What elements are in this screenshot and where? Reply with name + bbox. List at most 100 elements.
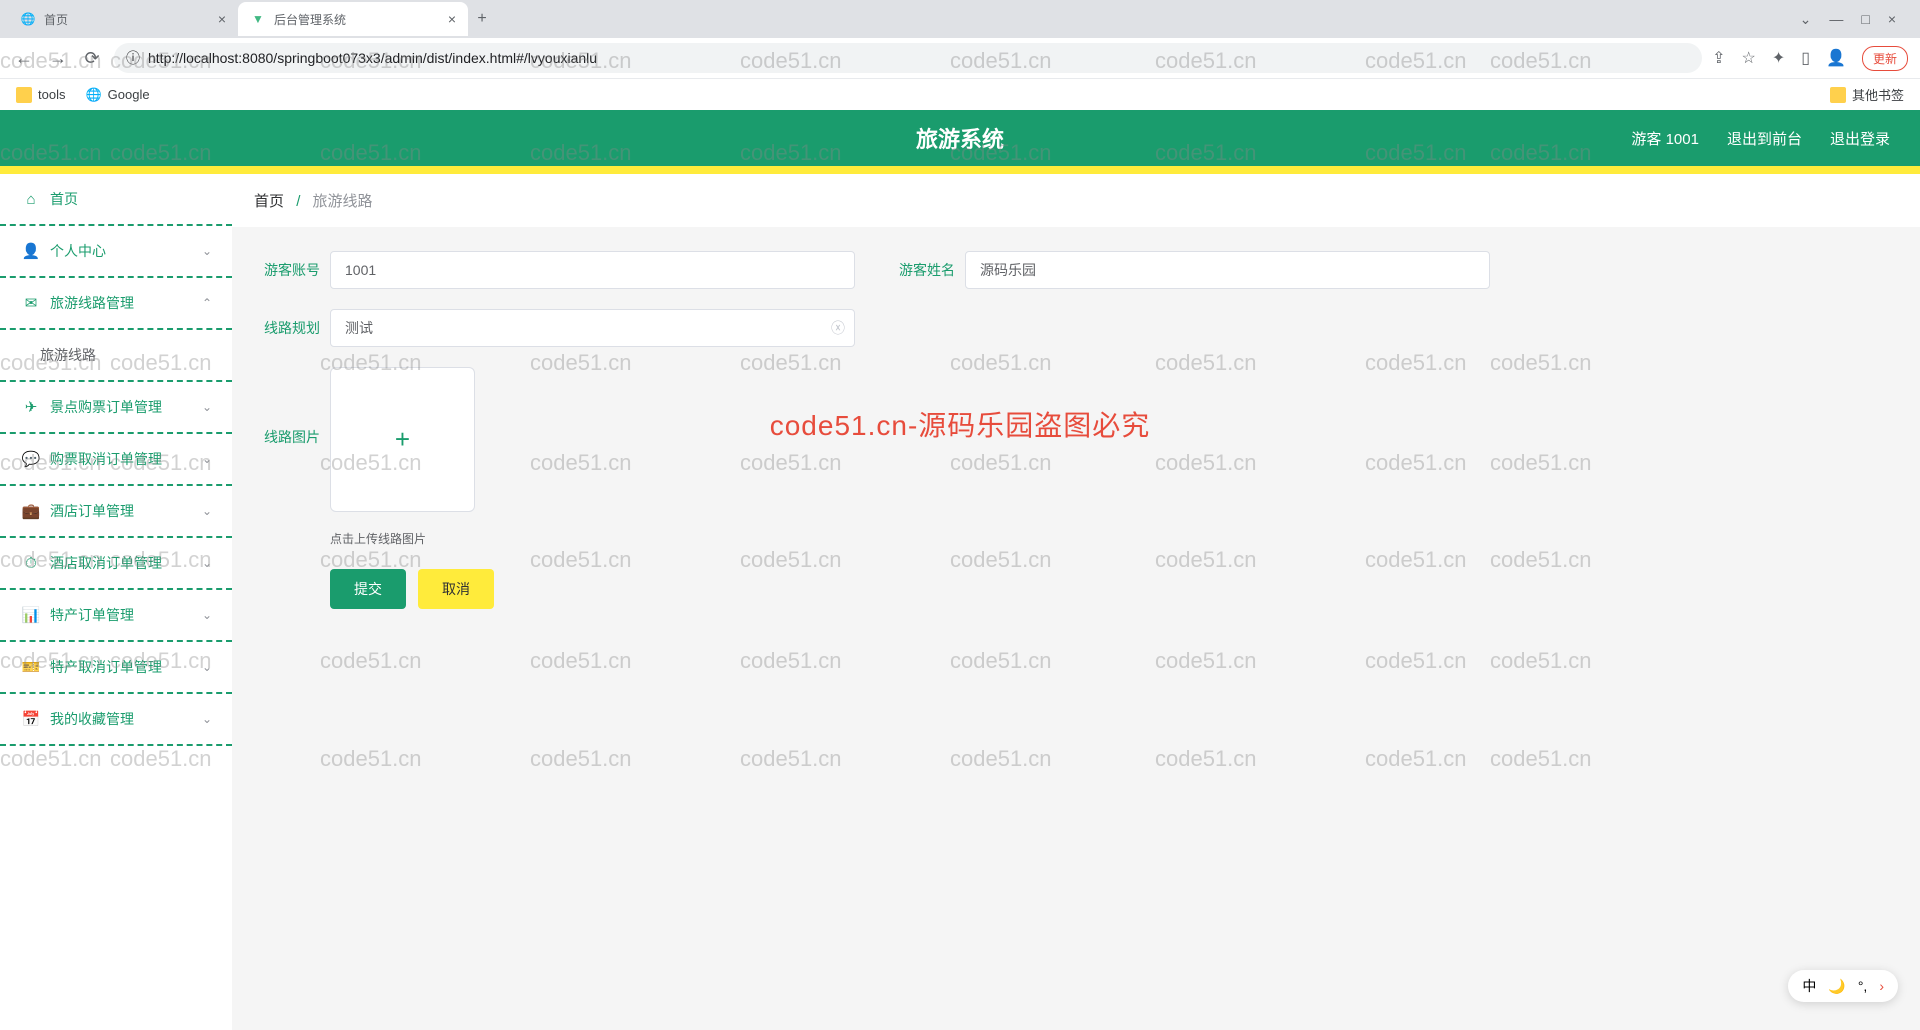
- briefcase-icon: 💼: [22, 502, 40, 520]
- header-actions: 游客 1001 退出到前台 退出登录: [1631, 128, 1890, 149]
- plan-input[interactable]: [330, 309, 855, 347]
- globe-icon: 🌐: [20, 11, 36, 27]
- logout-link[interactable]: 退出登录: [1830, 128, 1890, 149]
- mail-icon: ✉: [22, 294, 40, 312]
- chart-icon: 📊: [22, 606, 40, 624]
- google-icon: 🌐: [85, 87, 101, 103]
- plus-icon: +: [395, 424, 410, 455]
- dropdown-icon[interactable]: ⌄: [1800, 11, 1812, 28]
- ime-dots: °,: [1858, 978, 1868, 994]
- image-label: 线路图片: [250, 427, 320, 447]
- info-icon[interactable]: ⓘ: [126, 48, 140, 68]
- address-bar: ← → ⟳ ⓘ http://localhost:8080/springboot…: [0, 38, 1920, 78]
- clock-icon: ⏱: [22, 555, 40, 572]
- sidebar: ⌂ 首页 👤 个人中心 ⌄ ✉ 旅游线路管理 ⌃ 旅游线路 ✈ 景点购票订单管理…: [0, 174, 232, 1030]
- extensions-icon[interactable]: ✦: [1772, 48, 1785, 68]
- account-label: 游客账号: [250, 260, 320, 280]
- ticket-icon: 🎫: [22, 658, 40, 676]
- tab-bar: 🌐 首页 × ▼ 后台管理系统 × + ⌄ — □ ×: [0, 0, 1920, 38]
- sidebar-item-ticket-cancel[interactable]: 💬 购票取消订单管理 ⌄: [0, 434, 232, 486]
- calendar-icon: 📅: [22, 710, 40, 728]
- chevron-down-icon: ⌄: [202, 608, 212, 622]
- user-icon: 👤: [22, 242, 40, 260]
- browser-tab-2[interactable]: ▼ 后台管理系统 ×: [238, 2, 468, 36]
- breadcrumb-separator: /: [296, 193, 300, 210]
- account-input[interactable]: [330, 251, 855, 289]
- back-button[interactable]: ←: [12, 46, 36, 70]
- vue-icon: ▼: [250, 11, 266, 27]
- form: 游客账号 游客姓名 线路规划 ⓧ: [232, 227, 1920, 633]
- profile-icon[interactable]: 👤: [1826, 48, 1846, 68]
- sidebar-item-route[interactable]: 旅游线路: [0, 330, 232, 382]
- bookmark-other[interactable]: 其他书签: [1830, 85, 1904, 104]
- close-icon[interactable]: ×: [218, 11, 226, 27]
- folder-icon: [16, 87, 32, 103]
- upload-hint: 点击上传线路图片: [330, 530, 475, 547]
- accent-bar: [0, 166, 1920, 174]
- browser-chrome: 🌐 首页 × ▼ 后台管理系统 × + ⌄ — □ × ← → ⟳ ⓘ http…: [0, 0, 1920, 110]
- breadcrumb: 首页 / 旅游线路: [232, 174, 1920, 227]
- update-button[interactable]: 更新: [1862, 46, 1908, 71]
- forward-button[interactable]: →: [46, 46, 70, 70]
- star-icon[interactable]: ☆: [1742, 48, 1756, 68]
- name-input[interactable]: [965, 251, 1490, 289]
- plan-label: 线路规划: [250, 318, 320, 338]
- arrow-right-icon: ›: [1879, 978, 1884, 994]
- moon-icon: 🌙: [1828, 978, 1845, 995]
- sidebar-item-route-mgmt[interactable]: ✉ 旅游线路管理 ⌃: [0, 278, 232, 330]
- ime-lang: 中: [1802, 976, 1816, 996]
- sidebar-item-ticket-order[interactable]: ✈ 景点购票订单管理 ⌄: [0, 382, 232, 434]
- app-title: 旅游系统: [916, 122, 1004, 154]
- chat-icon: 💬: [22, 450, 40, 468]
- toolbar-icons: ⇪ ☆ ✦ ▯ 👤 更新: [1712, 46, 1908, 71]
- chevron-down-icon: ⌄: [202, 400, 212, 414]
- new-tab-button[interactable]: +: [468, 5, 496, 33]
- home-icon: ⌂: [22, 191, 40, 208]
- submit-button[interactable]: 提交: [330, 569, 406, 609]
- main-layout: ⌂ 首页 👤 个人中心 ⌄ ✉ 旅游线路管理 ⌃ 旅游线路 ✈ 景点购票订单管理…: [0, 174, 1920, 1030]
- clear-icon[interactable]: ⓧ: [831, 318, 845, 338]
- bookmark-google[interactable]: 🌐 Google: [85, 87, 149, 103]
- chevron-down-icon: ⌄: [202, 556, 212, 570]
- sidebar-item-favorites[interactable]: 📅 我的收藏管理 ⌄: [0, 694, 232, 746]
- sidebar-item-home[interactable]: ⌂ 首页: [0, 174, 232, 226]
- sidebar-item-personal[interactable]: 👤 个人中心 ⌄: [0, 226, 232, 278]
- exit-front-link[interactable]: 退出到前台: [1727, 128, 1802, 149]
- user-label[interactable]: 游客 1001: [1631, 128, 1699, 149]
- sidebar-item-specialty-order[interactable]: 📊 特产订单管理 ⌄: [0, 590, 232, 642]
- breadcrumb-home[interactable]: 首页: [254, 193, 284, 210]
- maximize-icon[interactable]: □: [1861, 11, 1869, 28]
- app-header: 旅游系统 游客 1001 退出到前台 退出登录: [0, 110, 1920, 166]
- bookmark-tools[interactable]: tools: [16, 87, 65, 103]
- cancel-button[interactable]: 取消: [418, 569, 494, 609]
- tab-title: 后台管理系统: [274, 11, 346, 28]
- ime-indicator[interactable]: 中 🌙 °, ›: [1788, 970, 1898, 1002]
- tab-title: 首页: [44, 11, 68, 28]
- reload-button[interactable]: ⟳: [80, 46, 104, 70]
- url-text: http://localhost:8080/springboot073x3/ad…: [148, 50, 597, 66]
- bookmark-bar: tools 🌐 Google 其他书签: [0, 78, 1920, 110]
- window-controls: ⌄ — □ ×: [1800, 11, 1912, 28]
- chevron-down-icon: ⌄: [202, 712, 212, 726]
- chevron-up-icon: ⌃: [202, 296, 212, 310]
- chevron-down-icon: ⌄: [202, 504, 212, 518]
- chevron-down-icon: ⌄: [202, 660, 212, 674]
- content-area: 首页 / 旅游线路 游客账号 游客姓名 线路规划: [232, 174, 1920, 1030]
- name-label: 游客姓名: [885, 260, 955, 280]
- share-icon[interactable]: ⇪: [1712, 48, 1725, 68]
- sidebar-item-specialty-cancel[interactable]: 🎫 特产取消订单管理 ⌄: [0, 642, 232, 694]
- close-window-icon[interactable]: ×: [1888, 11, 1896, 28]
- sidebar-item-hotel-cancel[interactable]: ⏱ 酒店取消订单管理 ⌄: [0, 538, 232, 590]
- url-input[interactable]: ⓘ http://localhost:8080/springboot073x3/…: [114, 43, 1702, 73]
- chevron-down-icon: ⌄: [202, 244, 212, 258]
- browser-tab-1[interactable]: 🌐 首页 ×: [8, 2, 238, 36]
- send-icon: ✈: [22, 398, 40, 416]
- breadcrumb-current: 旅游线路: [313, 193, 373, 210]
- chevron-down-icon: ⌄: [202, 452, 212, 466]
- upload-box[interactable]: +: [330, 367, 475, 512]
- close-icon[interactable]: ×: [448, 11, 456, 27]
- sidebar-item-hotel-order[interactable]: 💼 酒店订单管理 ⌄: [0, 486, 232, 538]
- panel-icon[interactable]: ▯: [1801, 48, 1810, 68]
- minimize-icon[interactable]: —: [1829, 11, 1843, 28]
- folder-icon: [1830, 87, 1846, 103]
